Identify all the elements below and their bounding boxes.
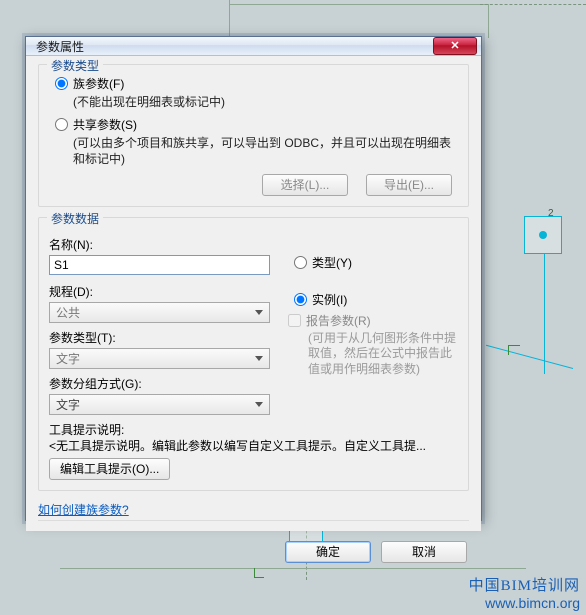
close-icon: ✕ (450, 41, 459, 52)
close-button[interactable]: ✕ (433, 37, 477, 55)
group-param-data-title: 参数数据 (47, 210, 103, 227)
ok-button[interactable]: 确定 (285, 541, 371, 563)
report-note: (可用于从几何图形条件中提取值，然后在公式中报告此值或用作明细表参数) (308, 331, 458, 378)
radio-family-param[interactable] (55, 77, 68, 90)
group-param-type-title: 参数类型 (47, 57, 103, 74)
tooltip-label: 工具提示说明: (49, 421, 458, 438)
titlebar[interactable]: 参数属性 ✕ (26, 37, 481, 56)
group-param-type: 参数类型 族参数(F) (不能出现在明细表或标记中) 共享参数(S) (可以由多… (38, 64, 469, 207)
ptype-label: 参数类型(T): (49, 329, 270, 346)
discipline-value: 公共 (56, 304, 80, 321)
radio-instance-label: 实例(I) (312, 291, 347, 308)
export-button[interactable]: 导出(E)... (366, 174, 452, 196)
shared-param-desc: (可以由多个项目和族共享，可以导出到 ODBC，并且可以出现在明细表和标记中) (73, 135, 458, 167)
chevron-down-icon (251, 304, 267, 320)
dialog-footer: 确定 取消 (26, 531, 481, 573)
discipline-combo[interactable]: 公共 (49, 302, 270, 323)
select-button[interactable]: 选择(L)... (262, 174, 348, 196)
radio-family-param-label: 族参数(F) (73, 75, 124, 92)
radio-type-label: 类型(Y) (312, 254, 352, 271)
family-param-desc: (不能出现在明细表或标记中) (73, 94, 458, 110)
discipline-label: 规程(D): (49, 283, 270, 300)
radio-instance[interactable] (294, 293, 307, 306)
chevron-down-icon (251, 396, 267, 412)
name-label: 名称(N): (49, 236, 270, 253)
groupby-combo[interactable]: 文字 (49, 394, 270, 415)
radio-shared-param[interactable] (55, 118, 68, 131)
radio-shared-param-label: 共享参数(S) (73, 116, 137, 133)
dialog-body: 参数类型 族参数(F) (不能出现在明细表或标记中) 共享参数(S) (可以由多… (26, 56, 481, 531)
watermark: 中国BIM培训网 www.bimcn.org (469, 574, 580, 611)
group-param-data: 参数数据 名称(N): 规程(D): 公共 参数类型(T): 文字 (38, 217, 469, 491)
ptype-combo[interactable]: 文字 (49, 348, 270, 369)
watermark-line2: www.bimcn.org (469, 595, 580, 611)
groupby-label: 参数分组方式(G): (49, 375, 270, 392)
groupby-value: 文字 (56, 396, 80, 413)
edit-tooltip-button[interactable]: 编辑工具提示(O)... (49, 458, 170, 480)
help-link[interactable]: 如何创建族参数? (38, 501, 469, 518)
name-input[interactable] (49, 255, 270, 275)
report-checkbox-label: 报告参数(R) (306, 312, 371, 329)
report-checkbox (288, 314, 301, 327)
ptype-value: 文字 (56, 350, 80, 367)
dialog-title: 参数属性 (36, 38, 433, 55)
cancel-button[interactable]: 取消 (381, 541, 467, 563)
radio-type[interactable] (294, 256, 307, 269)
chevron-down-icon (251, 350, 267, 366)
parameter-properties-dialog: 参数属性 ✕ 参数类型 族参数(F) (不能出现在明细表或标记中) 共享参数(S… (25, 36, 482, 521)
watermark-line1: 中国BIM培训网 (469, 574, 580, 595)
tooltip-text: <无工具提示说明。编辑此参数以编写自定义工具提示。自定义工具提... (49, 438, 458, 454)
